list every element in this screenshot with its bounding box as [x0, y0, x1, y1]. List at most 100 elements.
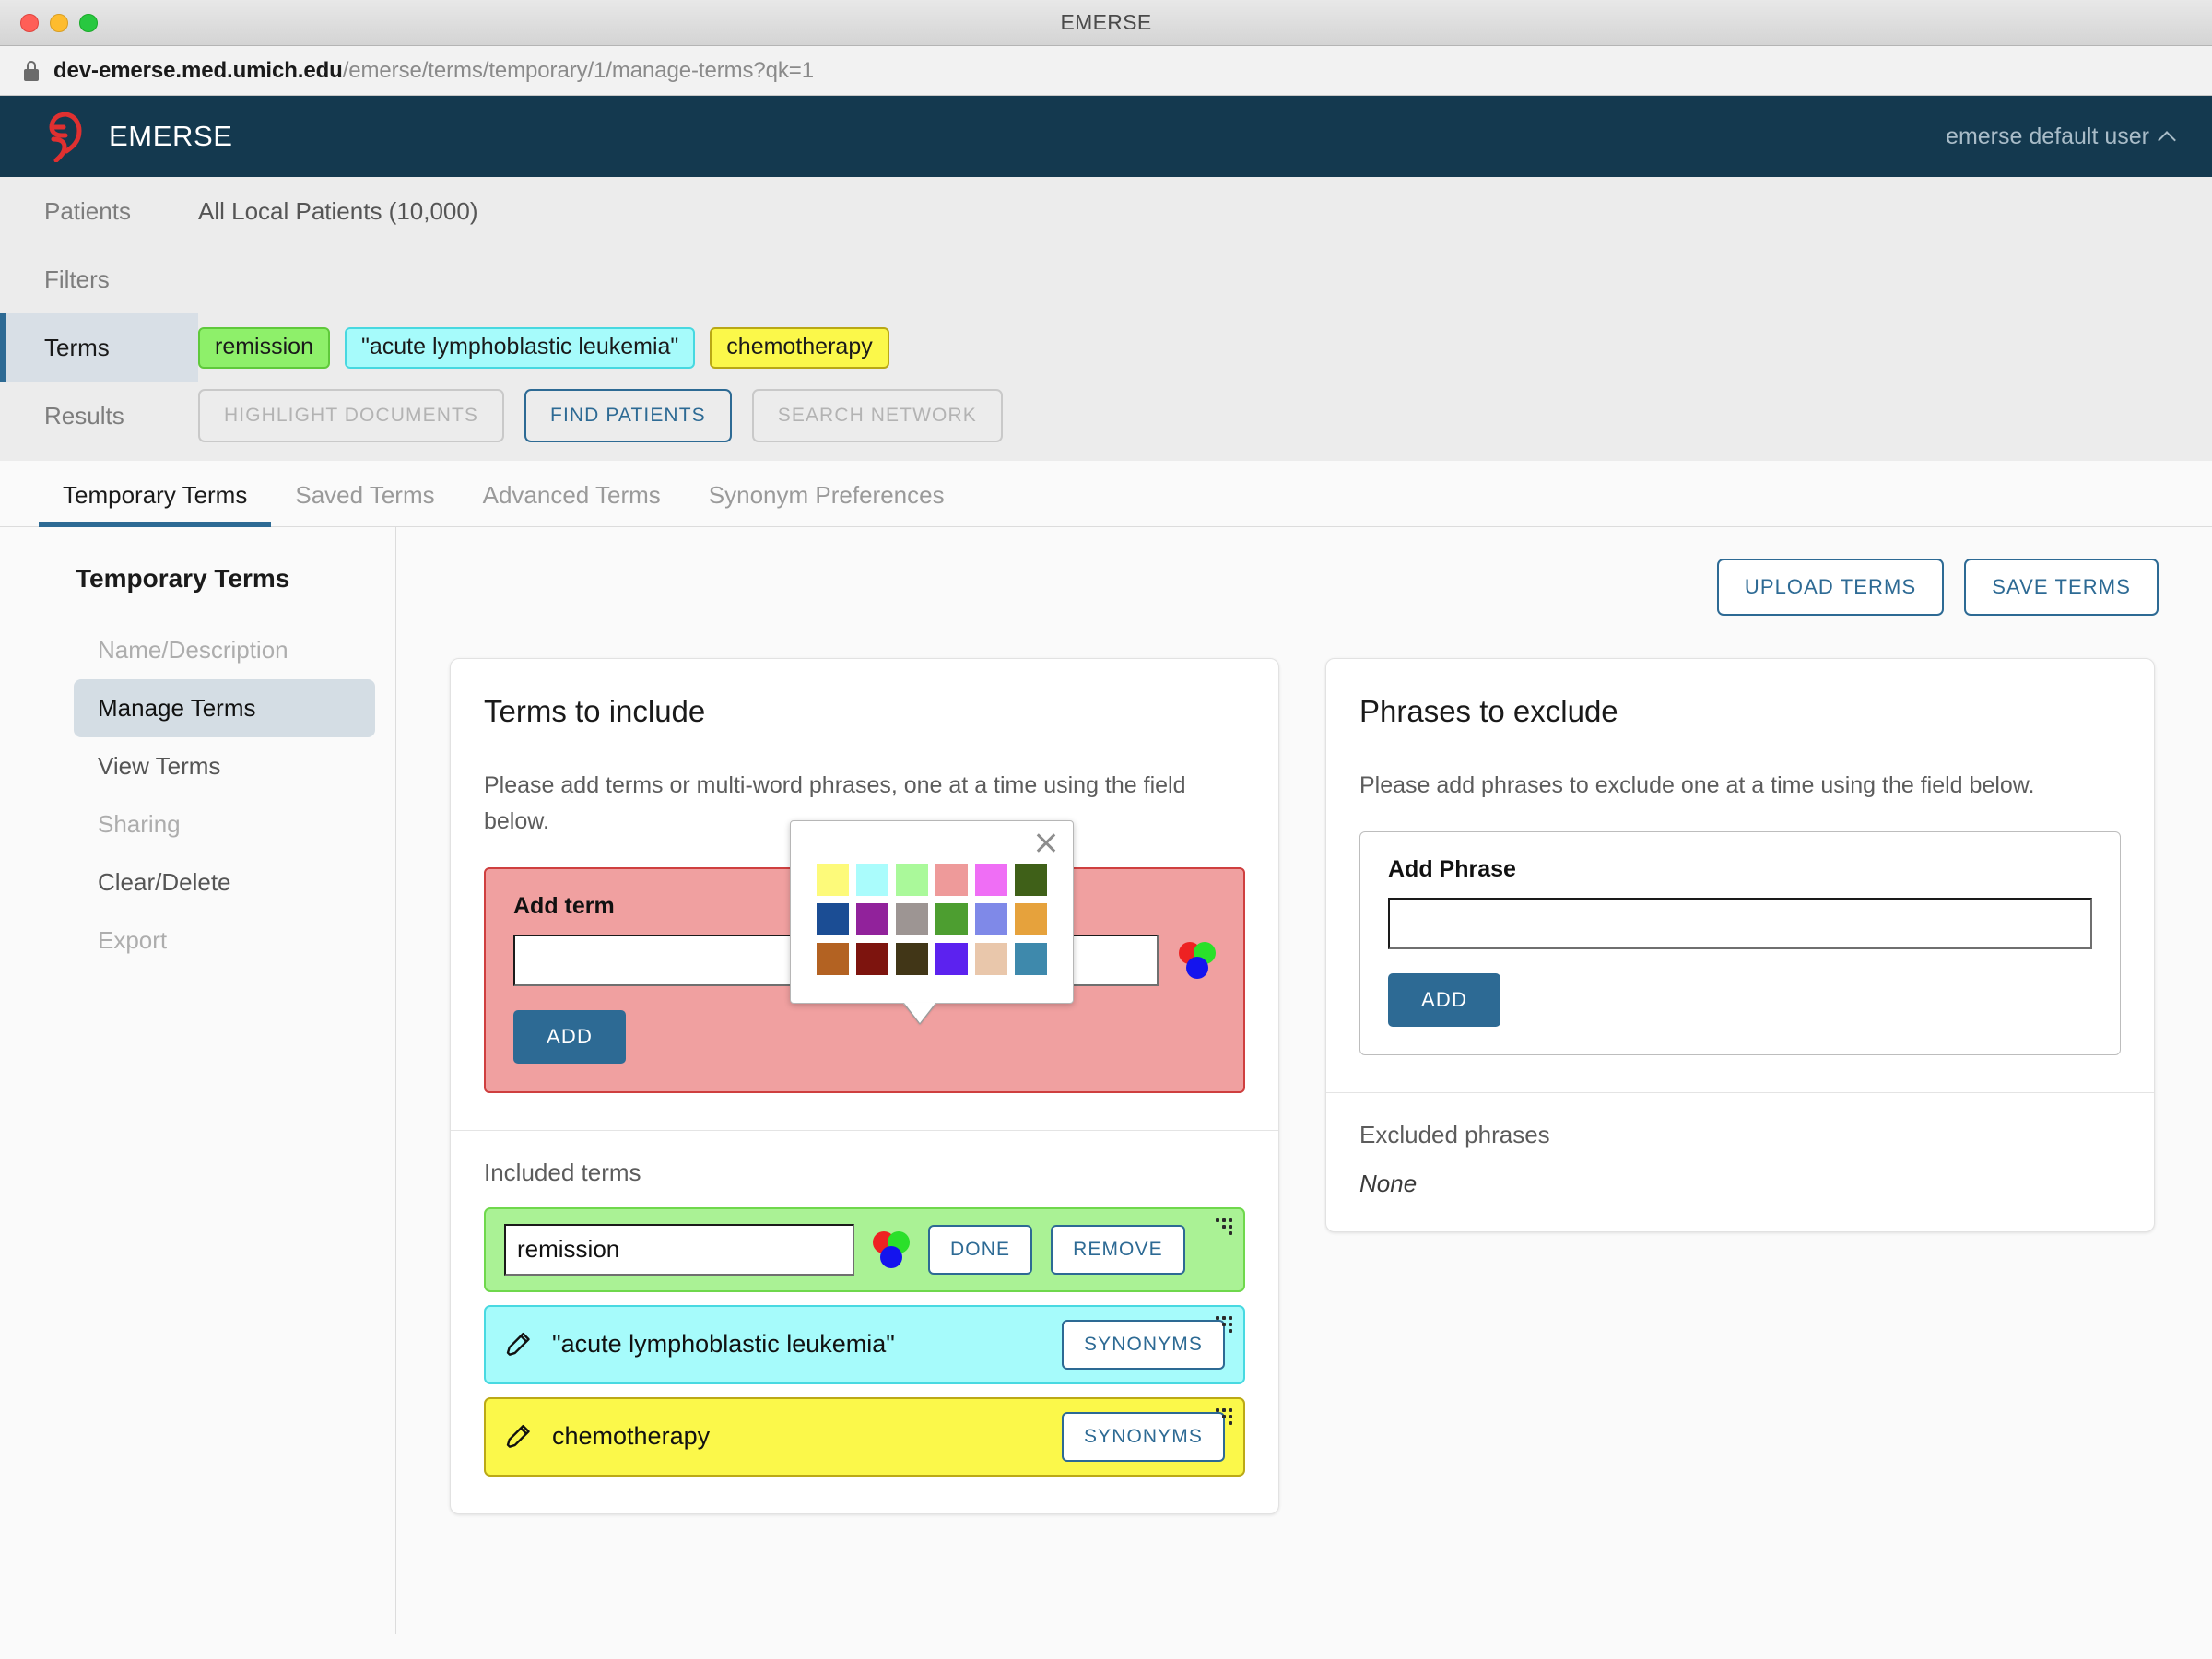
terms-to-include-card: Terms to include Please add terms or mul… [450, 658, 1279, 1514]
url-host: dev-emerse.med.umich.edu [53, 57, 343, 83]
sidebar-item-clear-delete[interactable]: Clear/Delete [74, 853, 375, 912]
query-row-patients[interactable]: Patients All Local Patients (10,000) [0, 177, 2212, 245]
user-menu[interactable]: emerse default user [1946, 124, 2176, 150]
color-swatch[interactable] [896, 903, 928, 935]
term-label: "acute lymphoblastic leukemia" [552, 1330, 895, 1358]
drag-handle-icon[interactable] [1216, 1407, 1232, 1427]
patients-count-value: All Local Patients (10,000) [198, 196, 478, 225]
tab-advanced-terms[interactable]: Advanced Terms [459, 481, 685, 526]
color-swatch-icon[interactable] [1179, 941, 1216, 979]
add-phrase-input[interactable] [1388, 897, 2092, 949]
query-row-results[interactable]: Results HIGHLIGHT DOCUMENTS FIND PATIENT… [0, 382, 2212, 450]
color-swatch[interactable] [975, 943, 1007, 975]
drag-handle-icon[interactable] [1216, 1315, 1232, 1335]
term-chip[interactable]: remission [198, 326, 330, 369]
term-label: chemotherapy [552, 1422, 711, 1450]
sidebar-title: Temporary Terms [76, 564, 290, 593]
exclude-card-help: Please add phrases to exclude one at a t… [1359, 772, 2035, 798]
edit-pencil-icon[interactable] [504, 1330, 534, 1359]
color-swatch[interactable] [935, 943, 968, 975]
sidebar-item-sharing[interactable]: Sharing [74, 795, 375, 853]
tab-saved-terms[interactable]: Saved Terms [271, 481, 458, 526]
done-button[interactable]: DONE [928, 1224, 1033, 1275]
upload-terms-button[interactable]: UPLOAD TERMS [1716, 559, 1945, 616]
browser-address-bar[interactable]: dev-emerse.med.umich.edu/emerse/terms/te… [0, 46, 2212, 96]
query-bar: Patients All Local Patients (10,000) Fil… [0, 177, 2212, 461]
popup-tail [904, 1003, 935, 1023]
color-swatch[interactable] [935, 903, 968, 935]
sidebar-item-view-terms[interactable]: View Terms [74, 737, 375, 795]
edit-term-input[interactable] [504, 1223, 854, 1276]
color-swatch[interactable] [975, 903, 1007, 935]
excluded-phrases-empty: None [1359, 1169, 1418, 1197]
query-actions: HIGHLIGHT DOCUMENTS FIND PATIENTS SEARCH… [198, 389, 1003, 442]
drag-handle-icon[interactable] [1216, 1218, 1232, 1237]
url-path: /emerse/terms/temporary/1/manage-terms?q… [342, 57, 814, 83]
app-header: EMERSE emerse default user [0, 96, 2212, 177]
included-terms-list: DONE REMOVE "ac [451, 1206, 1278, 1513]
color-swatch[interactable] [975, 864, 1007, 896]
tab-bar: Temporary Terms Saved Terms Advanced Ter… [0, 461, 2212, 527]
query-row-filters[interactable]: Filters [0, 245, 2212, 313]
color-swatch[interactable] [935, 864, 968, 896]
add-phrase-button[interactable]: ADD [1388, 972, 1501, 1027]
color-swatch[interactable] [1015, 943, 1047, 975]
query-label-results: Results [44, 401, 124, 429]
find-patients-button[interactable]: FIND PATIENTS [524, 389, 732, 442]
add-term-button[interactable]: ADD [513, 1009, 627, 1064]
color-swatch-icon[interactable] [873, 1230, 910, 1268]
synonyms-button[interactable]: SYNONYMS [1062, 1411, 1225, 1462]
chevron-up-icon [2158, 131, 2176, 149]
highlight-documents-button[interactable]: HIGHLIGHT DOCUMENTS [198, 389, 505, 442]
lock-icon [24, 60, 39, 81]
color-swatch[interactable] [817, 943, 849, 975]
main-content: UPLOAD TERMS SAVE TERMS Terms to include… [396, 527, 2212, 1634]
sidebar-item-export[interactable]: Export [74, 912, 375, 970]
color-swatch[interactable] [896, 943, 928, 975]
close-icon[interactable] [1034, 830, 1058, 854]
cards-row: Terms to include Please add terms or mul… [450, 658, 2159, 1514]
color-swatch[interactable] [1015, 903, 1047, 935]
secondary-sidebar: Temporary Terms Name/Description Manage … [0, 527, 396, 1634]
synonyms-button[interactable]: SYNONYMS [1062, 1319, 1225, 1370]
window-title: EMERSE [1060, 10, 1152, 34]
sidebar-item-name-description[interactable]: Name/Description [74, 621, 375, 679]
edit-pencil-icon[interactable] [504, 1422, 534, 1452]
query-label-filters: Filters [44, 265, 110, 293]
save-terms-button[interactable]: SAVE TERMS [1964, 559, 2159, 616]
color-swatch[interactable] [856, 864, 888, 896]
query-label-terms: Terms [0, 313, 198, 382]
brand[interactable]: EMERSE [48, 111, 233, 162]
color-picker-popup [790, 820, 1074, 1025]
phrases-to-exclude-card: Phrases to exclude Please add phrases to… [1325, 658, 2155, 1232]
term-chip[interactable]: "acute lymphoblastic leukemia" [344, 326, 696, 369]
term-row: chemotherapy SYNONYMS [484, 1396, 1245, 1477]
sidebar-item-manage-terms[interactable]: Manage Terms [74, 679, 375, 737]
color-swatch-grid [791, 821, 1073, 1003]
color-swatch[interactable] [1015, 864, 1047, 896]
content-toolbar: UPLOAD TERMS SAVE TERMS [450, 559, 2159, 616]
include-card-title: Terms to include [484, 694, 706, 728]
remove-button[interactable]: REMOVE [1051, 1224, 1185, 1275]
query-row-terms[interactable]: Terms remission "acute lymphoblastic leu… [0, 313, 2212, 382]
add-phrase-box: Add Phrase ADD [1359, 830, 2121, 1055]
tab-synonym-preferences[interactable]: Synonym Preferences [685, 481, 969, 526]
tab-temporary-terms[interactable]: Temporary Terms [39, 481, 272, 527]
color-swatch[interactable] [856, 943, 888, 975]
brand-name: EMERSE [109, 120, 233, 152]
color-swatch[interactable] [856, 903, 888, 935]
search-network-button[interactable]: SEARCH NETWORK [751, 389, 1003, 442]
window-titlebar: EMERSE [0, 0, 2212, 46]
included-terms-label: Included terms [484, 1158, 641, 1186]
page-body: Temporary Terms Name/Description Manage … [0, 527, 2212, 1634]
term-chip[interactable]: chemotherapy [710, 326, 889, 369]
add-phrase-label: Add Phrase [1388, 855, 1516, 882]
color-swatch[interactable] [896, 864, 928, 896]
emerse-logo-icon [49, 112, 82, 162]
color-swatch[interactable] [817, 864, 849, 896]
color-swatch[interactable] [817, 903, 849, 935]
term-row-editing: DONE REMOVE [484, 1206, 1245, 1292]
excluded-phrases-label: Excluded phrases [1359, 1120, 1550, 1148]
term-row: "acute lymphoblastic leukemia" SYNONYMS [484, 1304, 1245, 1384]
query-label-patients: Patients [44, 196, 131, 225]
